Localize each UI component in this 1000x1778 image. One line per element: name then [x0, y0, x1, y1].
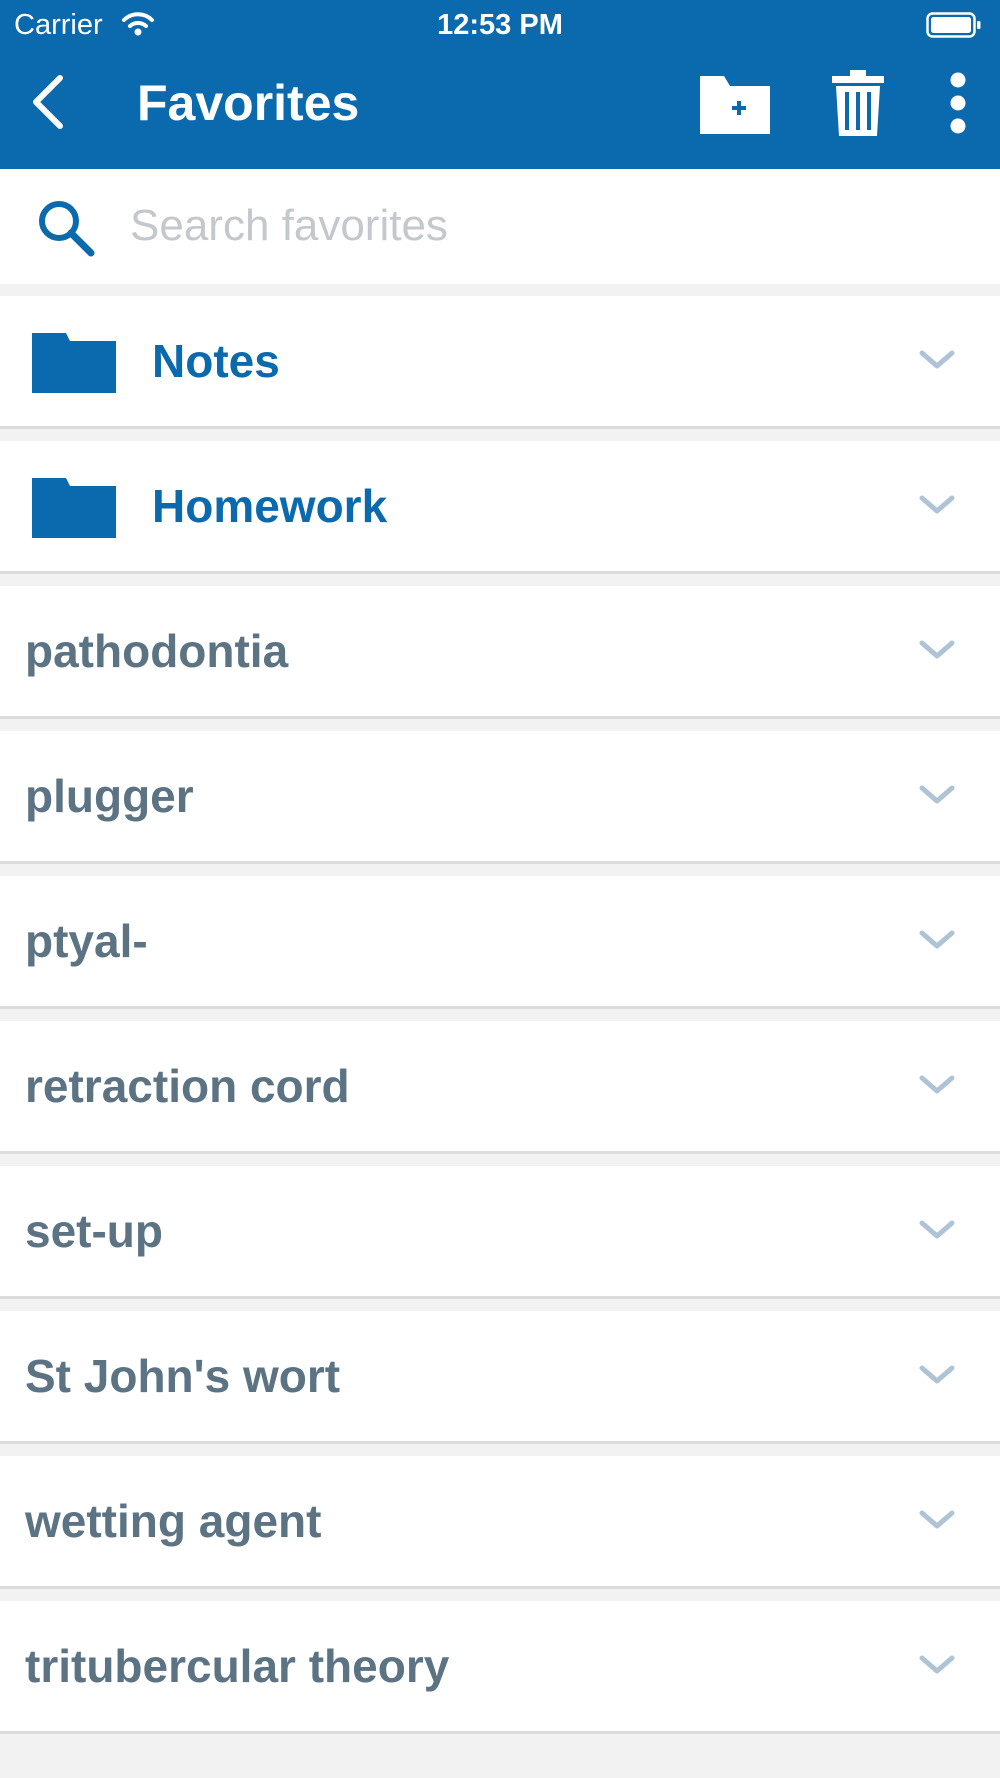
status-bar: Carrier 12:53 PM: [0, 0, 1000, 50]
favorite-word-label: St John's wort: [25, 1350, 341, 1402]
folder-label: Notes: [152, 335, 280, 387]
favorite-word-label: ptyal-: [25, 915, 148, 967]
status-time: 12:53 PM: [437, 9, 563, 41]
new-folder-button[interactable]: [696, 66, 774, 140]
favorite-word-label: retraction cord: [25, 1060, 350, 1112]
favorites-screen: Carrier 12:53 PM Favorites Search favori…: [0, 0, 1000, 1778]
chevron-left-icon: [33, 75, 63, 129]
favorite-word-label: set-up: [25, 1205, 163, 1257]
chevron-down-icon[interactable]: [918, 1218, 956, 1242]
favorite-word-row[interactable]: pathodontia: [0, 586, 1000, 719]
search-bar: [0, 169, 1000, 284]
chevron-down-icon[interactable]: [918, 1653, 956, 1677]
more-options-button[interactable]: [938, 66, 978, 140]
chevron-down-icon[interactable]: [918, 928, 956, 952]
search-input[interactable]: [130, 194, 970, 258]
chevron-down-icon[interactable]: [918, 1508, 956, 1532]
favorite-word-row[interactable]: retraction cord: [0, 1021, 1000, 1154]
folder-row-notes[interactable]: Notes: [0, 296, 1000, 429]
folder-icon: [32, 478, 116, 538]
folder-plus-icon: [700, 76, 770, 134]
favorite-word-label: wetting agent: [25, 1495, 322, 1547]
favorite-word-label: pathodontia: [25, 625, 289, 677]
chevron-down-icon[interactable]: [918, 783, 956, 807]
chevron-down-icon[interactable]: [918, 1073, 956, 1097]
page-title: Favorites: [137, 75, 360, 131]
folder-row-homework[interactable]: Homework: [0, 441, 1000, 574]
favorite-word-label: tritubercular theory: [25, 1640, 450, 1692]
favorite-word-row[interactable]: plugger: [0, 731, 1000, 864]
search-icon: [33, 195, 97, 259]
favorite-word-row[interactable]: ptyal-: [0, 876, 1000, 1009]
favorite-word-row[interactable]: set-up: [0, 1166, 1000, 1299]
favorite-word-row[interactable]: tritubercular theory: [0, 1601, 1000, 1734]
favorites-list: Notes Homework pathodontia plugger ptyal…: [0, 296, 1000, 1746]
chevron-down-icon[interactable]: [918, 638, 956, 662]
chevron-down-icon[interactable]: [918, 348, 956, 372]
battery-icon: [926, 12, 982, 38]
back-button[interactable]: [20, 66, 84, 136]
favorite-word-label: plugger: [25, 770, 194, 822]
nav-bar: Favorites: [0, 50, 1000, 169]
folder-icon: [32, 333, 116, 393]
favorite-word-row[interactable]: wetting agent: [0, 1456, 1000, 1589]
chevron-down-icon[interactable]: [918, 1363, 956, 1387]
vertical-ellipsis-icon: [950, 72, 966, 134]
folder-label: Homework: [152, 480, 388, 532]
trash-icon: [832, 70, 884, 136]
header: Carrier 12:53 PM Favorites: [0, 0, 1000, 169]
favorite-word-row[interactable]: St John's wort: [0, 1311, 1000, 1444]
chevron-down-icon[interactable]: [918, 493, 956, 517]
delete-button[interactable]: [826, 66, 890, 140]
